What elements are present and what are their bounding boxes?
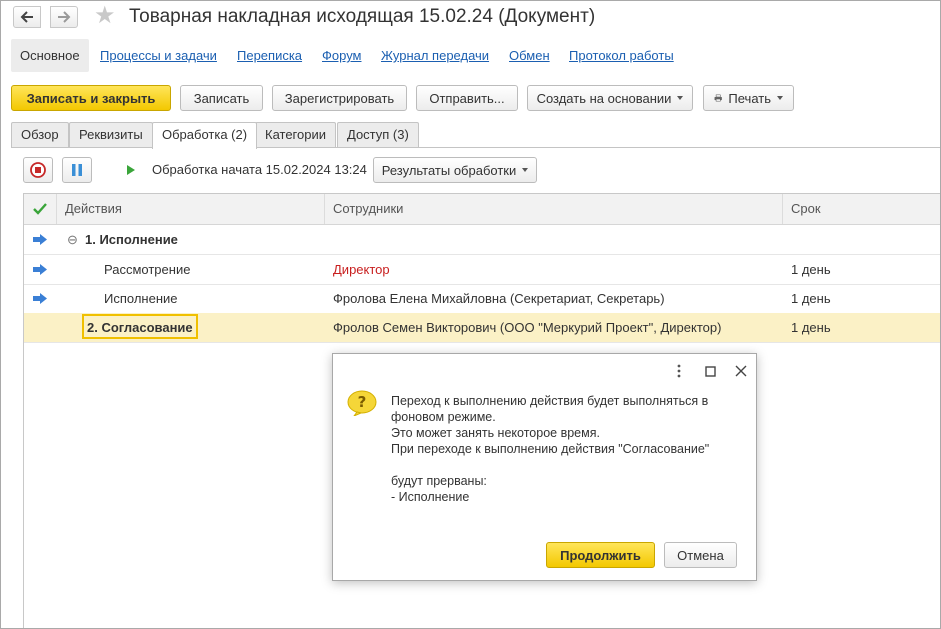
header-check[interactable] bbox=[24, 194, 56, 224]
pause-icon bbox=[72, 164, 82, 176]
tab-overview[interactable]: Обзор bbox=[11, 122, 69, 148]
tab-categories[interactable]: Категории bbox=[255, 122, 336, 148]
forward-button[interactable] bbox=[50, 6, 78, 28]
table-row-selected[interactable]: 2. Согласование Фролов Семен Викторович … bbox=[24, 313, 940, 343]
section-work-log[interactable]: Протокол работы bbox=[569, 39, 674, 72]
table-header: Действия Сотрудники Срок bbox=[24, 194, 940, 225]
maximize-icon[interactable] bbox=[701, 362, 719, 380]
arrow-right-icon bbox=[33, 293, 47, 304]
header-actions[interactable]: Действия bbox=[56, 194, 324, 224]
action-cell-focused[interactable]: 2. Согласование bbox=[82, 314, 198, 339]
table-row[interactable]: ⊖ 1. Исполнение bbox=[24, 225, 940, 255]
section-exchange[interactable]: Обмен bbox=[509, 39, 550, 72]
term-cell: 1 день bbox=[791, 262, 831, 277]
print-button[interactable]: Печать bbox=[703, 85, 794, 111]
document-window: ★ Товарная накладная исходящая 15.02.24 … bbox=[0, 0, 941, 629]
table-row[interactable]: Исполнение Фролова Елена Михайловна (Сек… bbox=[24, 284, 940, 314]
print-label: Печать bbox=[728, 90, 771, 106]
arrow-right-icon bbox=[33, 264, 47, 275]
pause-button[interactable] bbox=[62, 157, 92, 183]
action-cell: Рассмотрение bbox=[104, 262, 191, 277]
favorite-star-icon[interactable]: ★ bbox=[94, 3, 116, 29]
term-cell: 1 день bbox=[791, 291, 831, 306]
action-cell: Исполнение bbox=[104, 291, 178, 306]
svg-text:?: ? bbox=[358, 393, 367, 411]
title-bar: ★ Товарная накладная исходящая 15.02.24 … bbox=[1, 1, 940, 33]
stop-icon bbox=[30, 162, 46, 178]
employee-cell: Фролова Елена Михайловна (Секретариат, С… bbox=[333, 291, 665, 306]
printer-icon bbox=[714, 94, 722, 102]
continue-button[interactable]: Продолжить bbox=[546, 542, 655, 568]
send-button[interactable]: Отправить... bbox=[416, 85, 518, 111]
header-employees[interactable]: Сотрудники bbox=[324, 194, 782, 224]
arrow-left-icon bbox=[20, 11, 33, 23]
chevron-down-icon bbox=[522, 168, 529, 172]
command-bar: Записать и закрыть Записать Зарегистриро… bbox=[11, 85, 940, 111]
employee-cell: Директор bbox=[333, 262, 390, 277]
collapse-icon[interactable]: ⊖ bbox=[67, 225, 78, 254]
processing-results-label: Результаты обработки bbox=[381, 162, 517, 178]
close-icon[interactable] bbox=[732, 362, 750, 380]
more-icon[interactable] bbox=[670, 362, 688, 380]
cancel-button[interactable]: Отмена bbox=[664, 542, 737, 568]
section-transfer-log[interactable]: Журнал передачи bbox=[381, 39, 489, 72]
stop-button[interactable] bbox=[23, 157, 53, 183]
question-icon: ? bbox=[347, 390, 377, 416]
confirm-dialog: ? Переход к выполнению действия будет вы… bbox=[332, 353, 757, 581]
section-correspondence[interactable]: Переписка bbox=[237, 39, 302, 72]
table-row[interactable]: Рассмотрение Директор 1 день bbox=[24, 255, 940, 285]
back-button[interactable] bbox=[13, 6, 41, 28]
save-and-close-button[interactable]: Записать и закрыть bbox=[11, 85, 171, 111]
employee-cell: Фролов Семен Викторович (ООО "Меркурий П… bbox=[333, 320, 722, 335]
tab-processing[interactable]: Обработка (2) bbox=[152, 122, 258, 149]
tab-access[interactable]: Доступ (3) bbox=[337, 122, 419, 148]
header-term[interactable]: Срок bbox=[782, 194, 940, 224]
dialog-message: Переход к выполнению действия будет выпо… bbox=[391, 394, 710, 504]
play-icon bbox=[127, 165, 135, 175]
tab-divider bbox=[11, 147, 940, 148]
section-processes-tasks[interactable]: Процессы и задачи bbox=[100, 39, 217, 72]
page-title: Товарная накладная исходящая 15.02.24 (Д… bbox=[129, 6, 596, 27]
processing-status: Обработка начата 15.02.2024 13:24 bbox=[152, 162, 367, 177]
tab-details[interactable]: Реквизиты bbox=[69, 122, 153, 148]
action-cell: 1. Исполнение bbox=[85, 232, 178, 247]
create-based-on-label: Создать на основании bbox=[536, 90, 672, 106]
processing-results-button[interactable]: Результаты обработки bbox=[373, 157, 537, 183]
save-button[interactable]: Записать bbox=[180, 85, 263, 111]
section-forum[interactable]: Форум bbox=[322, 39, 362, 72]
section-nav: Основное Процессы и задачи Переписка Фор… bbox=[11, 39, 940, 72]
arrow-right-icon bbox=[33, 234, 47, 245]
chevron-down-icon bbox=[677, 96, 684, 100]
arrow-right-icon bbox=[58, 11, 71, 23]
processing-bar: Обработка начата 15.02.2024 13:24 Резуль… bbox=[23, 157, 940, 183]
create-based-on-button[interactable]: Создать на основании bbox=[527, 85, 693, 111]
chevron-down-icon bbox=[777, 96, 783, 100]
section-main[interactable]: Основное bbox=[11, 39, 89, 72]
checkmark-icon bbox=[33, 203, 47, 215]
tab-bar: Обзор Реквизиты Обработка (2) Категории … bbox=[11, 122, 940, 149]
register-button[interactable]: Зарегистрировать bbox=[272, 85, 407, 111]
term-cell: 1 день bbox=[791, 320, 831, 335]
